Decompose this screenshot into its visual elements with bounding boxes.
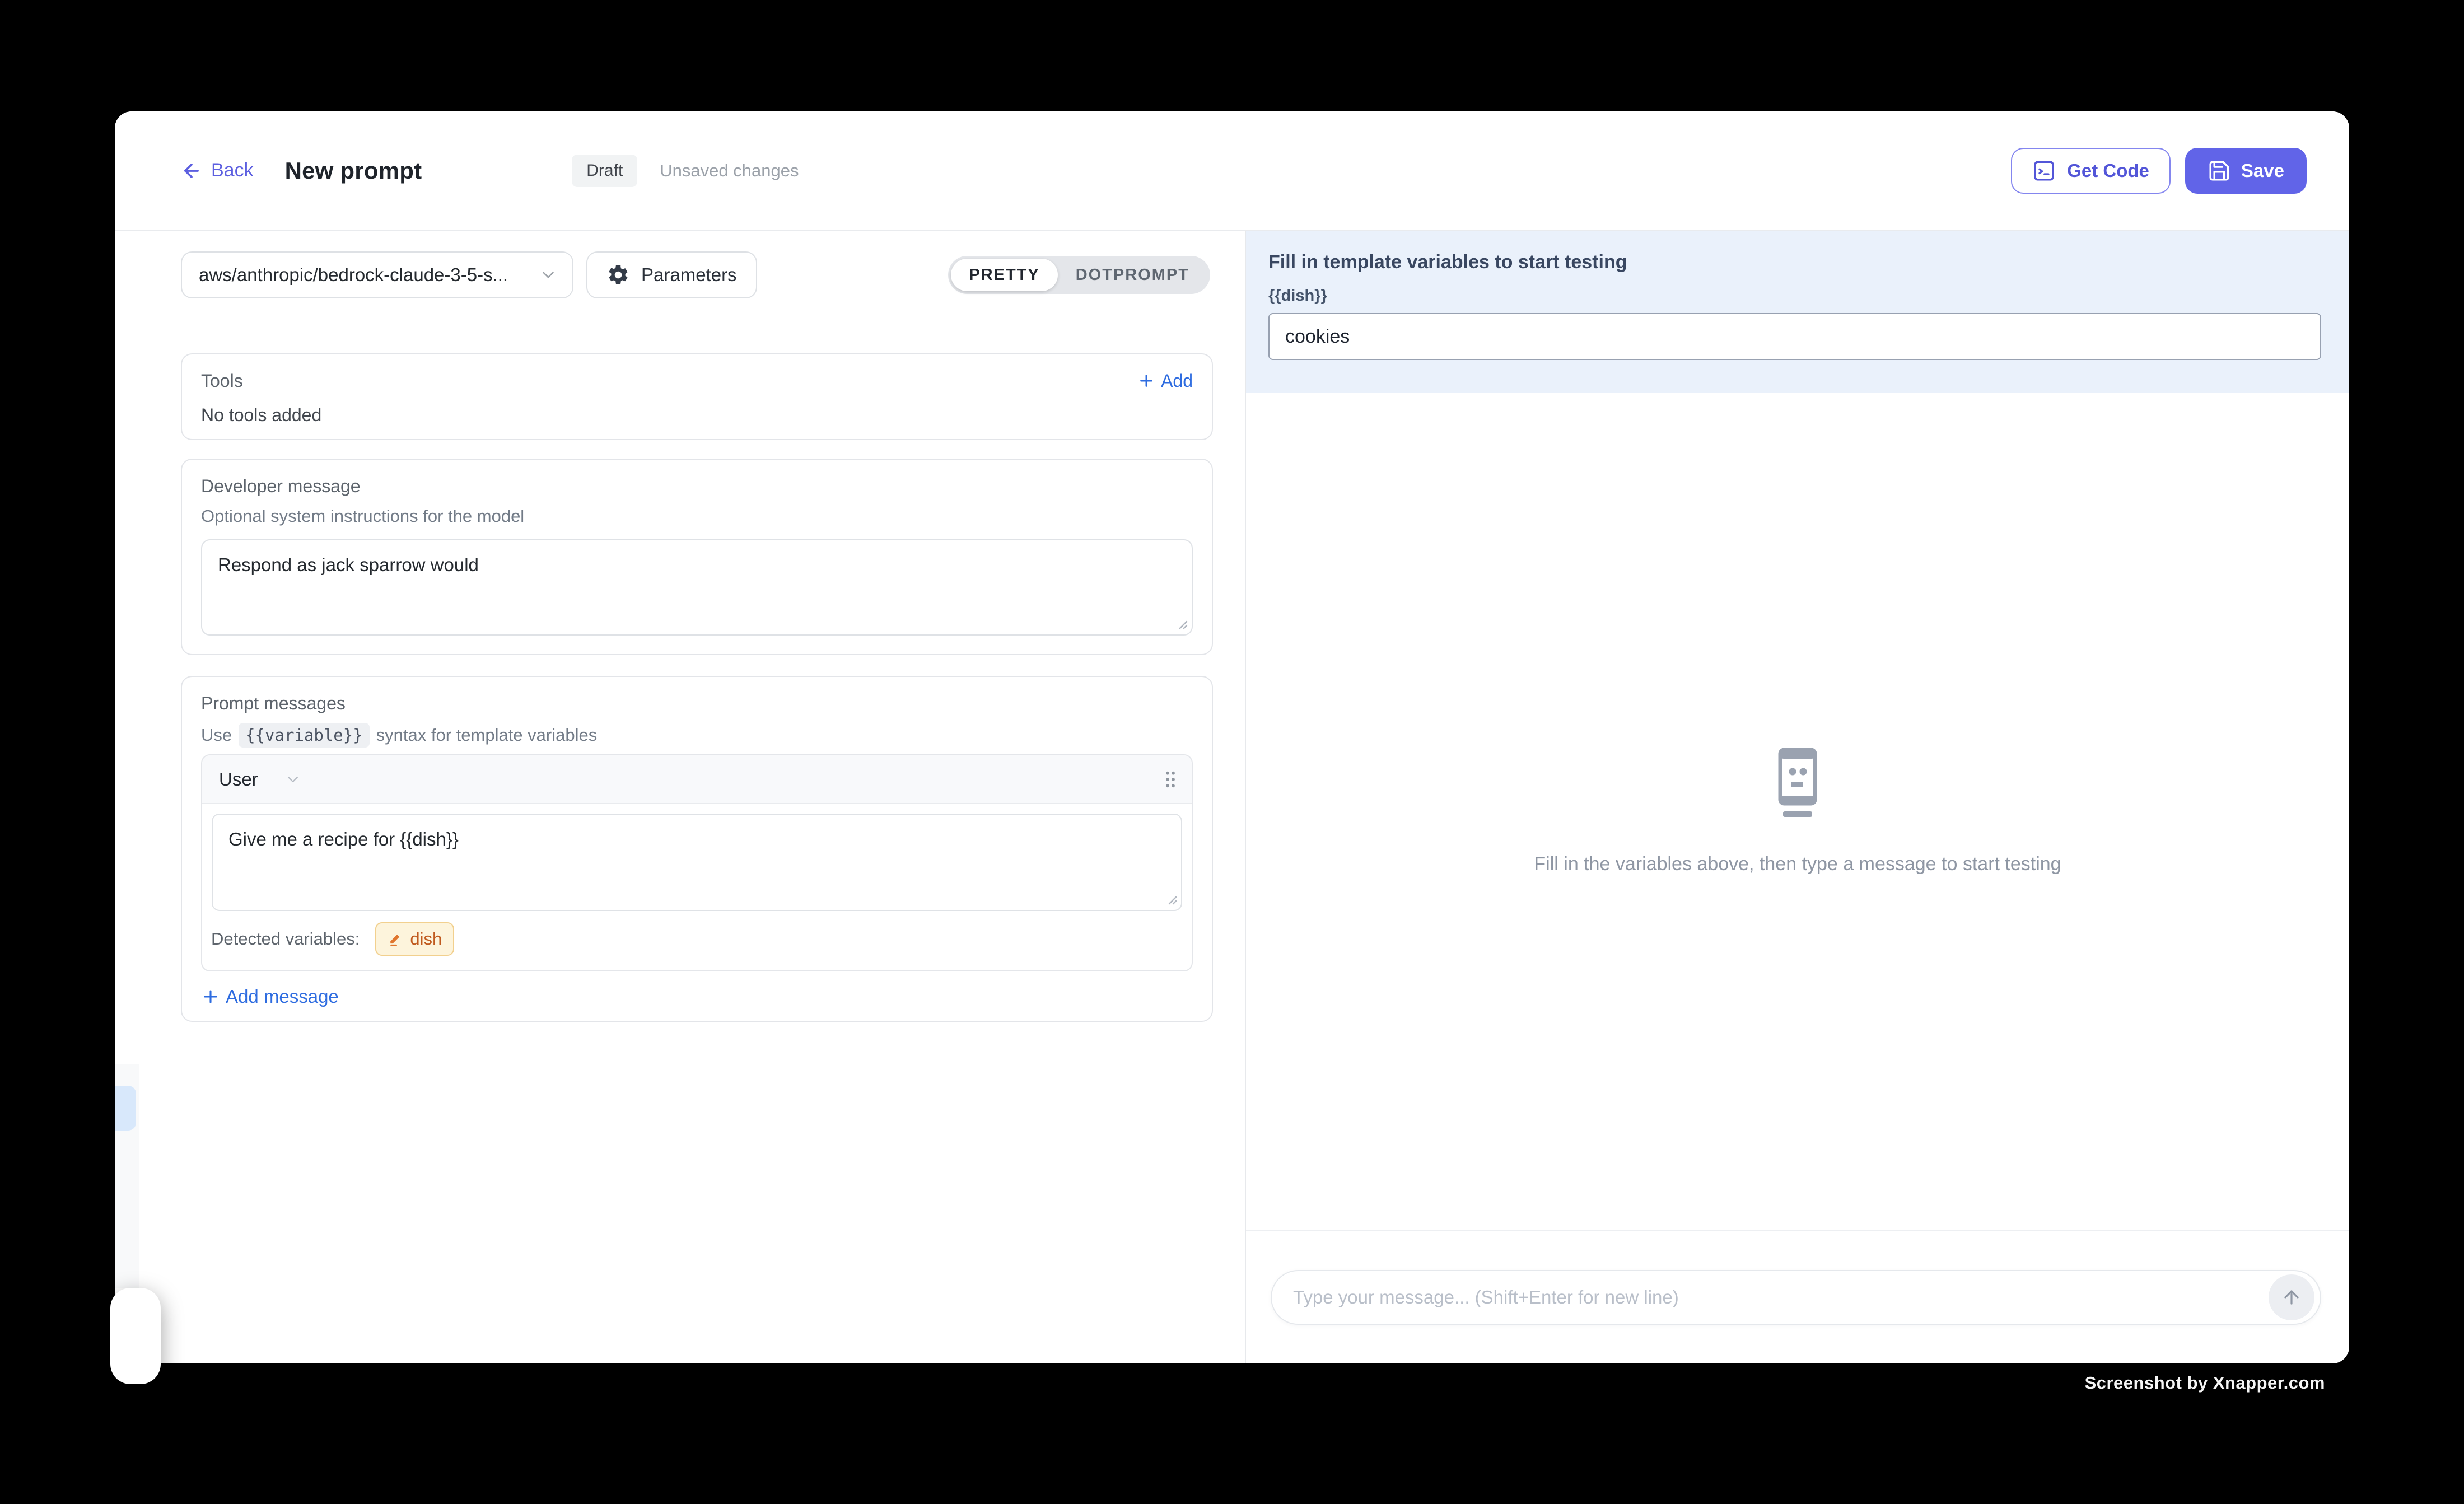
model-row: aws/anthropic/bedrock-claude-3-5-s... Pa… [181,251,1242,298]
empty-state: Fill in the variables above, then type a… [1246,393,2349,1230]
toggle-option-pretty[interactable]: PRETTY [951,259,1057,291]
variables-panel: Fill in template variables to start test… [1246,231,2349,393]
add-message-label: Add message [226,986,339,1007]
variables-panel-title: Fill in template variables to start test… [1268,251,2321,273]
drag-handle-icon[interactable] [1164,770,1177,789]
back-link[interactable]: Back [181,160,254,181]
variable-field-label: {{dish}} [1268,287,2321,305]
test-panel: Fill in template variables to start test… [1245,231,2349,1363]
variable-syntax-chip: {{variable}} [239,723,370,748]
save-label: Save [2241,160,2284,181]
resize-handle-icon[interactable] [1175,616,1188,630]
robot-icon [1771,748,1824,819]
resize-handle-icon[interactable] [1164,892,1178,905]
prompt-messages-title: Prompt messages [201,693,1193,714]
add-tool-button[interactable]: Add [1137,371,1193,391]
detected-variables-label: Detected variables: [211,929,360,949]
model-selector[interactable]: aws/anthropic/bedrock-claude-3-5-s... [181,251,573,298]
plus-icon [201,987,220,1006]
message-textarea[interactable]: Give me a recipe for {{dish}} [212,814,1182,911]
tools-card: Tools Add No tools added [181,353,1213,440]
variable-chip-label: dish [410,929,442,949]
edge-blue-tab [115,1086,136,1131]
unsaved-changes-note: Unsaved changes [660,161,799,181]
variable-chip[interactable]: dish [375,922,454,956]
back-label: Back [211,160,254,181]
message-role-header: User [202,755,1192,804]
gear-icon [606,263,630,287]
tools-empty-text: No tools added [201,405,1193,426]
arrow-up-icon [2281,1287,2302,1308]
developer-message-textarea-wrap: Respond as jack sparrow would [201,539,1193,636]
model-selector-value: aws/anthropic/bedrock-claude-3-5-s... [199,264,508,286]
add-tool-label: Add [1161,371,1193,391]
add-message-button[interactable]: Add message [201,986,1193,1007]
send-button[interactable] [2269,1274,2314,1320]
developer-message-subtitle: Optional system instructions for the mod… [201,506,1193,527]
save-icon [2208,159,2231,183]
message-role-value: User [219,769,258,790]
watermark: Screenshot by Xnapper.com [2085,1373,2325,1393]
developer-message-card: Developer message Optional system instru… [181,459,1213,655]
tools-title: Tools [201,370,243,391]
editor-panel: aws/anthropic/bedrock-claude-3-5-s... Pa… [115,231,1245,1363]
chevron-down-icon [284,770,302,788]
floating-box [110,1288,161,1384]
app-card: Back New prompt Draft Unsaved changes Ge… [115,111,2349,1363]
message-footer: Detected variables: dish [202,911,1192,970]
template-hint: Use {{variable}} syntax for template var… [201,723,1193,748]
parameters-button[interactable]: Parameters [586,251,757,298]
arrow-left-icon [181,160,202,181]
hint-prefix: Use [201,725,232,745]
parameters-label: Parameters [641,264,737,286]
stage: Back New prompt Draft Unsaved changes Ge… [0,0,2464,1504]
view-toggle: PRETTY DOTPROMPT [948,256,1210,294]
chevron-down-icon [539,265,558,284]
get-code-button[interactable]: Get Code [2011,148,2171,194]
tools-header: Tools Add [201,370,1193,391]
chat-input[interactable] [1293,1287,2269,1308]
message-block: User Give me a recipe for {{dish}} [201,754,1193,971]
chat-input-bar [1271,1270,2321,1325]
message-role-select[interactable]: User [219,769,302,790]
chat-input-row [1246,1231,2349,1363]
status-badge: Draft [572,155,637,187]
message-body: Give me a recipe for {{dish}} [202,804,1192,911]
page-title: New prompt [285,157,422,184]
hint-suffix: syntax for template variables [376,725,598,745]
empty-state-message: Fill in the variables above, then type a… [1534,853,2061,875]
pencil-icon [388,931,403,947]
toggle-option-dotprompt[interactable]: DOTPROMPT [1058,259,1207,291]
developer-message-title: Developer message [201,475,1193,497]
plus-icon [1137,372,1155,390]
variable-field-input[interactable] [1268,313,2321,360]
prompt-messages-card: Prompt messages Use {{variable}} syntax … [181,676,1213,1022]
terminal-icon [2032,159,2056,183]
get-code-label: Get Code [2067,160,2149,181]
save-button[interactable]: Save [2185,148,2307,194]
app-header: Back New prompt Draft Unsaved changes Ge… [115,111,2349,231]
developer-message-textarea[interactable]: Respond as jack sparrow would [201,539,1193,636]
